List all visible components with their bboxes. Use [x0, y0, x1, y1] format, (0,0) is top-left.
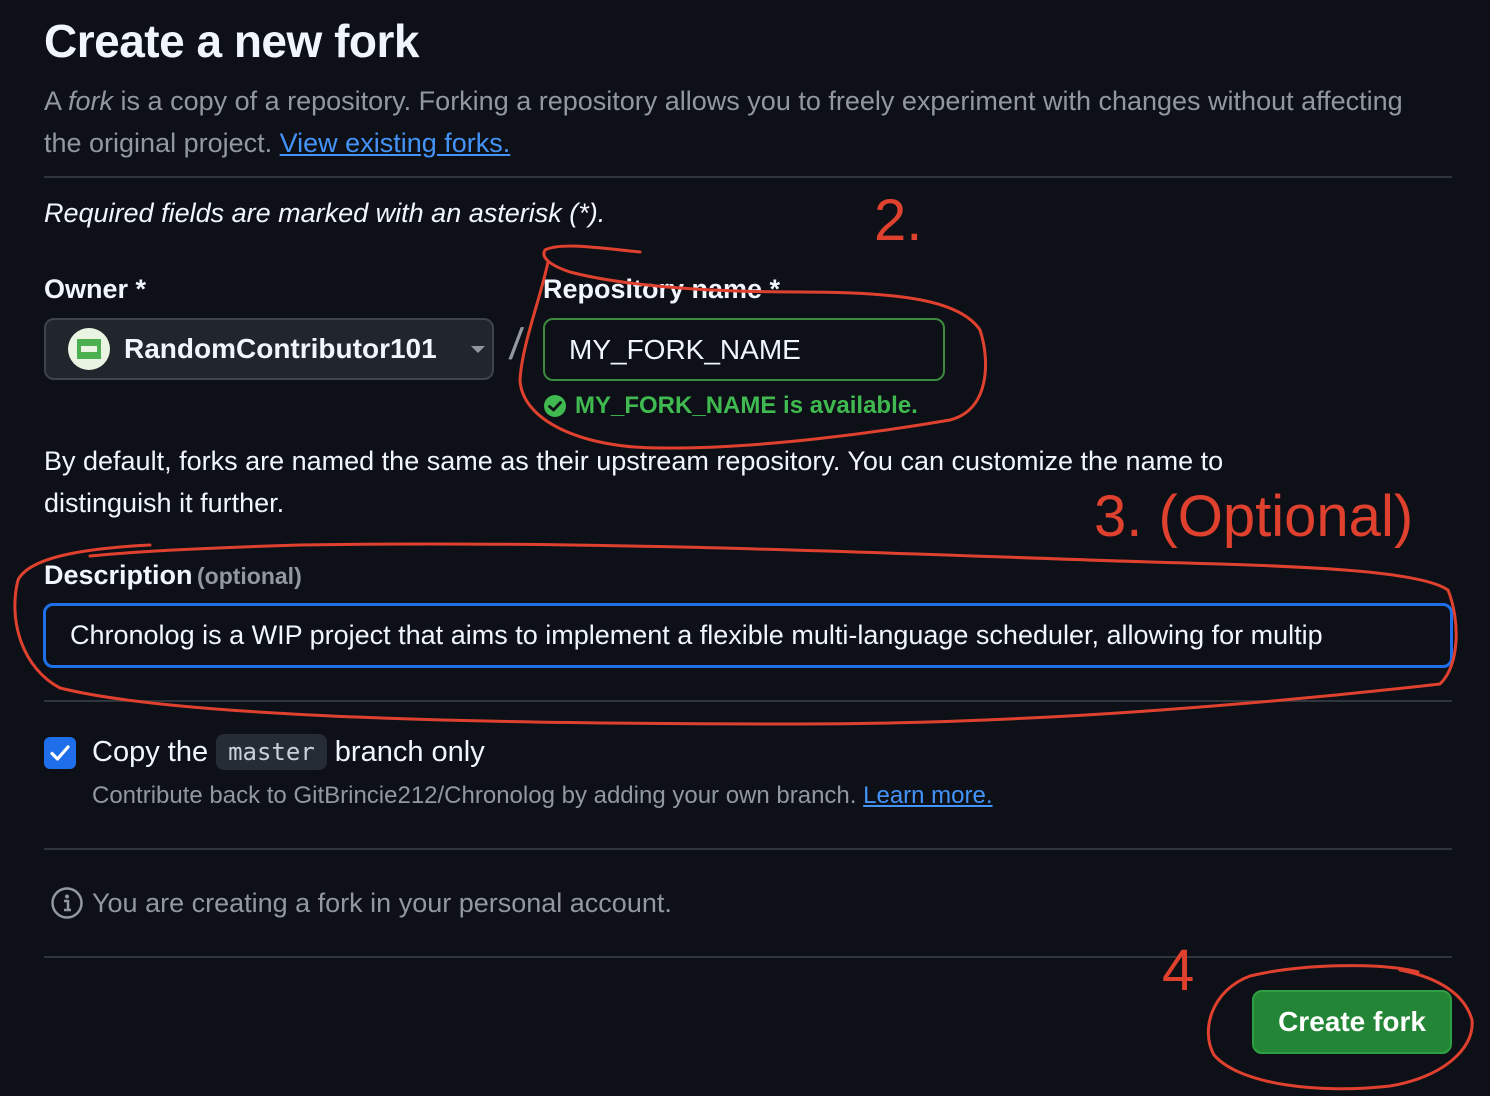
optional-tag: (optional)	[196, 563, 302, 589]
personal-account-info: You are creating a fork in your personal…	[50, 886, 672, 920]
description-input[interactable]: Chronolog is a WIP project that aims to …	[43, 603, 1453, 668]
annotation-overlay: 2. 3. (Optional) 4	[13, 188, 1474, 1091]
owner-label: Owner *	[44, 274, 147, 304]
branch-name-code: master	[216, 734, 327, 770]
checkmark-icon	[50, 745, 70, 761]
annotation-step4-label: 4	[1162, 938, 1194, 1003]
avatar	[68, 328, 110, 370]
owner-repo-separator: /	[507, 320, 525, 369]
default-name-note: By default, forks are named the same as …	[44, 446, 1224, 518]
divider	[44, 700, 1452, 702]
info-icon	[50, 886, 84, 920]
description-label-text: Description	[44, 560, 193, 590]
divider	[44, 176, 1452, 178]
copy-branch-help: Contribute back to GitBrincie212/Chronol…	[92, 782, 993, 810]
availability-message: MY_FORK_NAME is available.	[543, 392, 918, 420]
owner-value: RandomContributor101	[124, 333, 437, 364]
info-text: You are creating a fork in your personal…	[92, 887, 672, 918]
view-existing-forks-link[interactable]: View existing forks.	[280, 128, 511, 158]
intro-text: A fork is a copy of a repository. Forkin…	[44, 80, 1444, 164]
owner-select[interactable]: RandomContributor101	[44, 318, 494, 380]
learn-more-link[interactable]: Learn more.	[863, 782, 992, 809]
availability-text: MY_FORK_NAME is available.	[575, 392, 918, 419]
repository-name-input[interactable]: MY_FORK_NAME	[543, 318, 945, 381]
check-circle-icon	[543, 394, 567, 418]
description-label: Description (optional)	[44, 560, 302, 591]
page-title: Create a new fork	[44, 15, 419, 67]
required-fields-note: Required fields are marked with an aster…	[44, 198, 606, 228]
repository-name-label: Repository name *	[543, 274, 781, 304]
copy-branch-prefix: Copy the	[92, 735, 209, 768]
copy-branch-label[interactable]: Copy the master branch only	[92, 734, 485, 770]
copy-branch-help-text: Contribute back to GitBrincie212/Chronol…	[92, 782, 857, 809]
create-fork-button[interactable]: Create fork	[1252, 990, 1452, 1054]
copy-branch-checkbox[interactable]	[44, 737, 76, 769]
chevron-down-icon	[469, 343, 487, 355]
divider	[44, 956, 1452, 958]
divider	[44, 848, 1452, 850]
copy-branch-suffix: branch only	[334, 735, 485, 768]
intro-fork-word: fork	[68, 86, 114, 116]
intro-body: is a copy of a repository. Forking a rep…	[44, 86, 1403, 158]
annotation-step2-label: 2.	[874, 188, 922, 253]
intro-prefix: A	[44, 86, 69, 116]
